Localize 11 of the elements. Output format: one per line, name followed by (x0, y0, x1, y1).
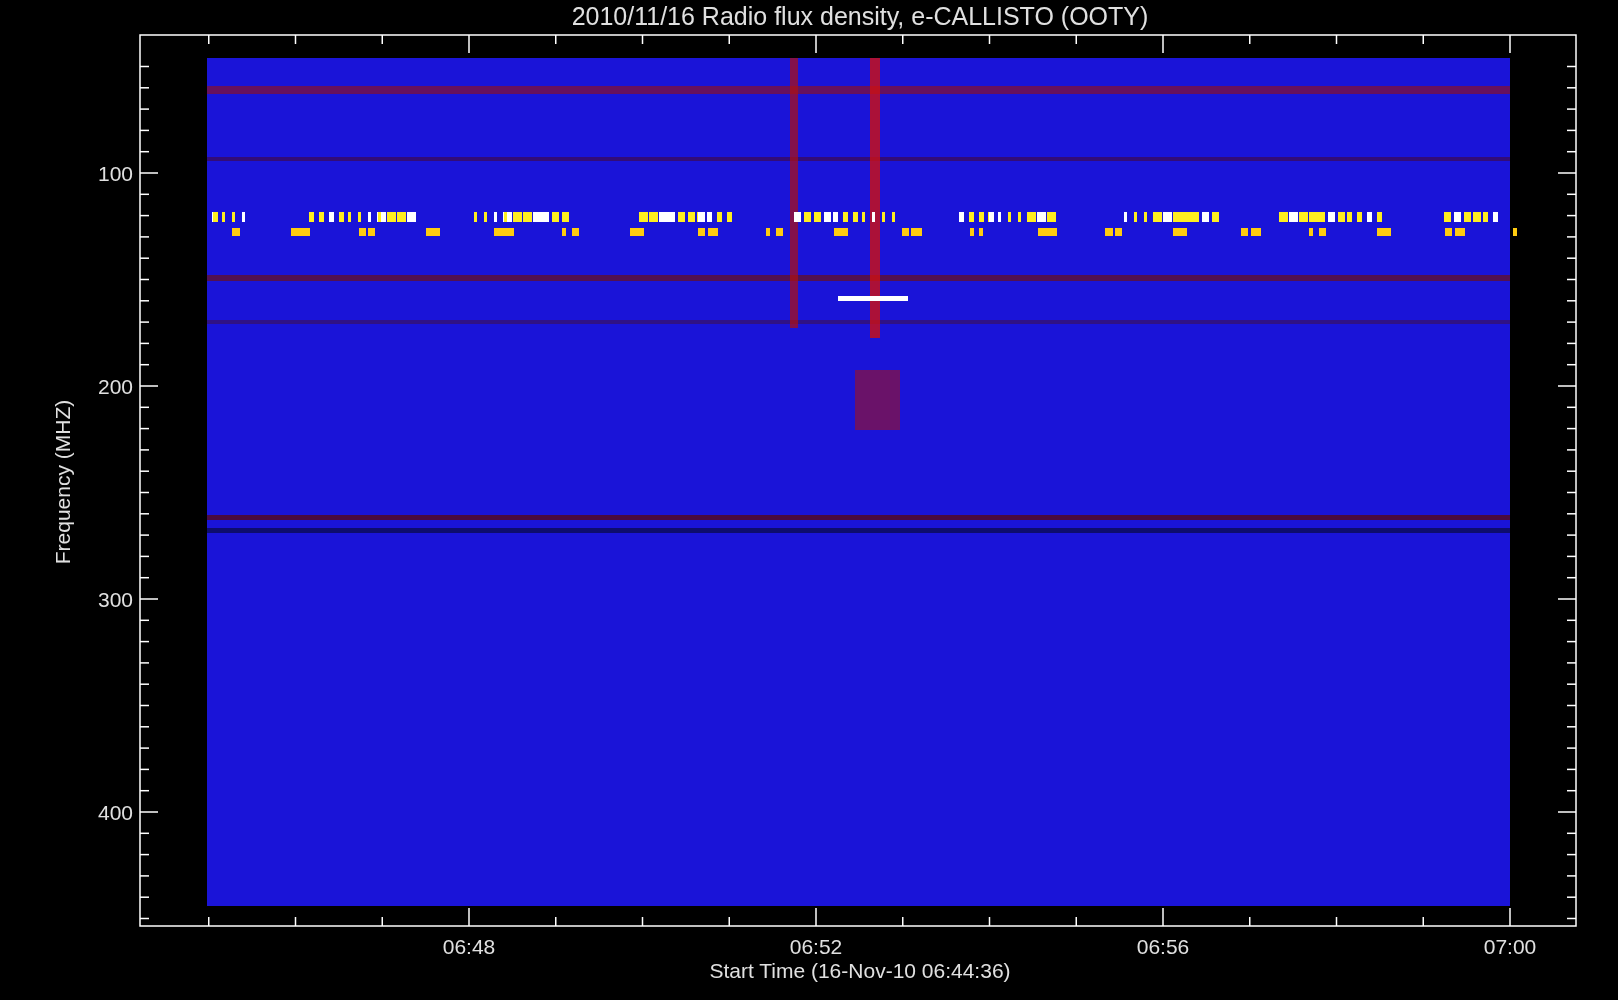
axis-tick-label: 06:52 (789, 935, 843, 958)
axis-tick-label: 200 (97, 375, 133, 398)
axis-tick-label: 07:00 (1483, 935, 1537, 958)
axis-tick-label: 06:48 (442, 935, 496, 958)
axis-tick-label: 400 (97, 801, 133, 824)
axis-title: Frequency (MHZ) (51, 399, 74, 565)
axis-tick-label: 06:56 (1136, 935, 1190, 958)
axis-tick-label: 100 (97, 162, 133, 185)
chart-title: 2010/11/16 Radio flux density, e-CALLISTO (OOTY) (571, 2, 1149, 30)
axis-title: Start Time (16-Nov-10 06:44:36) (709, 959, 1011, 982)
axis-tick-label: 300 (97, 588, 133, 611)
